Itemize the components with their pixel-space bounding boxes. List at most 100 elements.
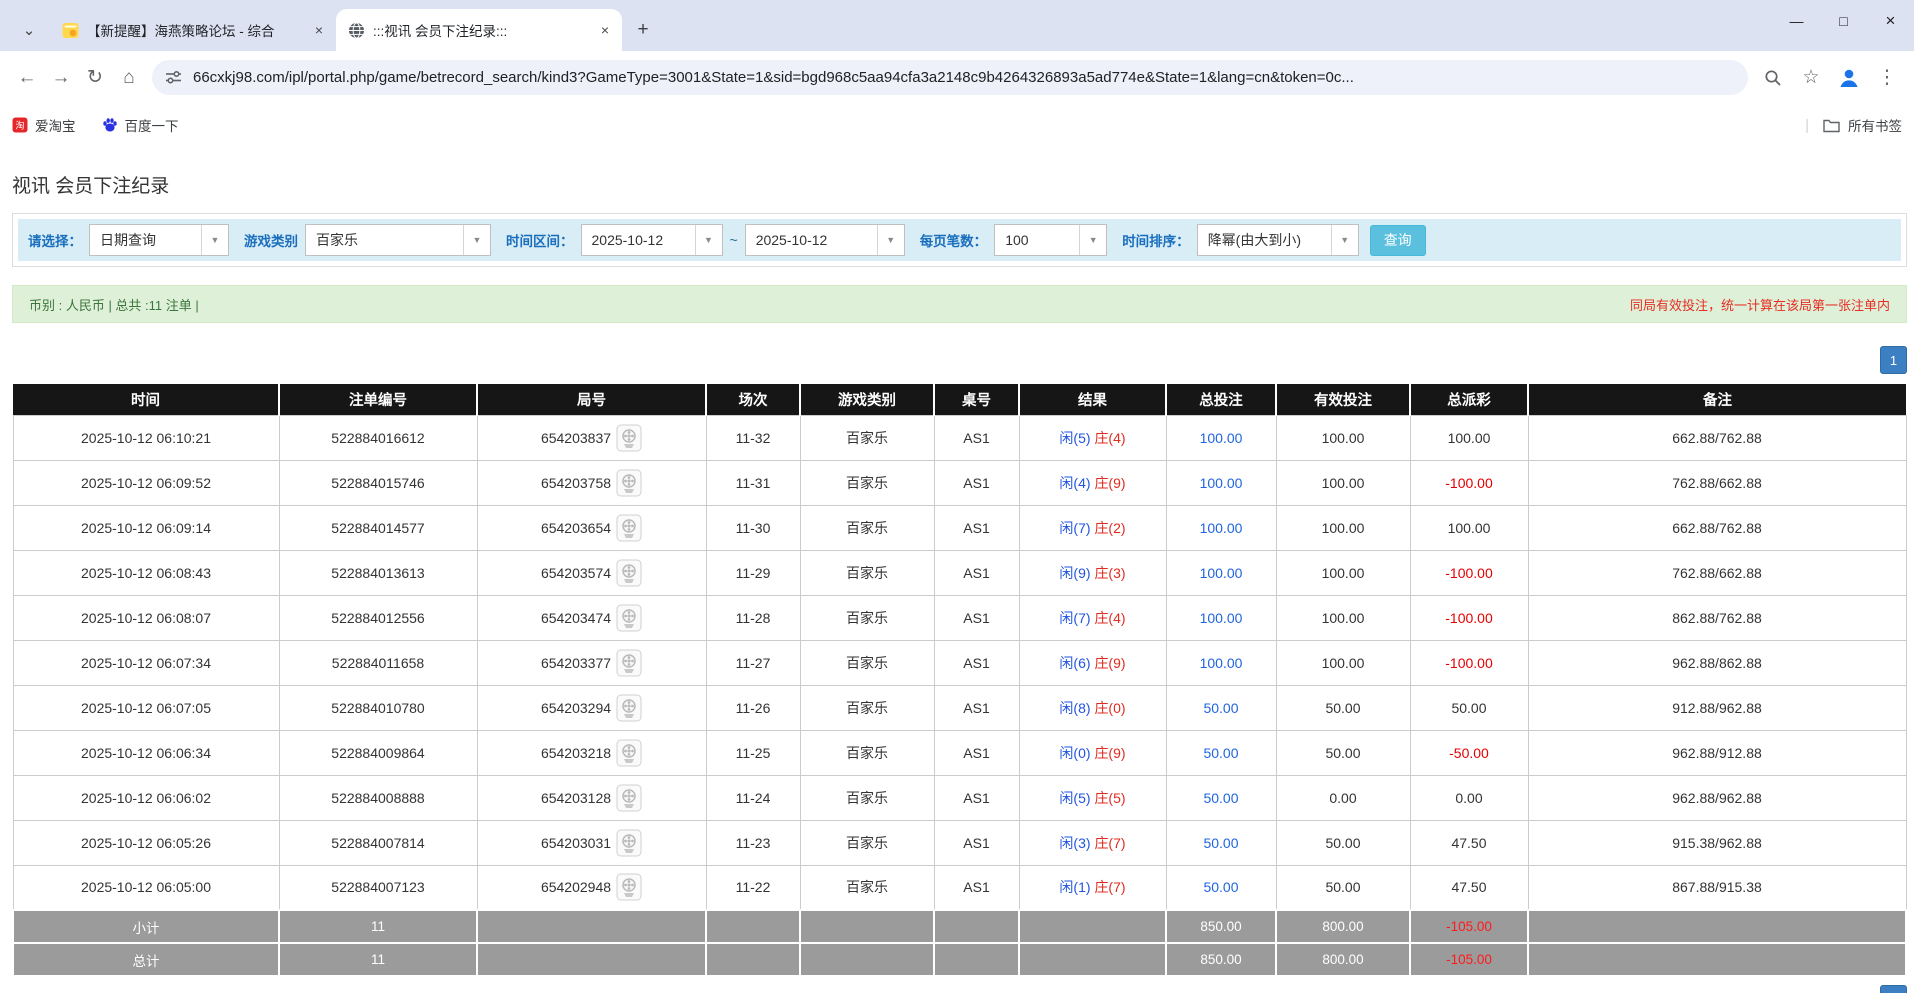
bookmark-star-icon[interactable]: ☆: [1794, 61, 1828, 95]
video-replay-icon[interactable]: [616, 829, 642, 857]
bookmark-baidu[interactable]: 百度一下: [102, 115, 179, 135]
table-header-row: 时间注单编号局号场次游戏类别桌号结果总投注有效投注总派彩备注: [13, 384, 1906, 415]
bet-time: 2025-10-12 06:06:02: [13, 775, 279, 820]
result-banker: 庄(0): [1094, 700, 1125, 716]
result-cell: 闲(3) 庄(7): [1019, 820, 1166, 865]
tab-list-chevron-icon[interactable]: ⌄: [12, 10, 46, 50]
page-number-button[interactable]: 1: [1880, 346, 1907, 374]
column-header-8: 总投注: [1166, 384, 1276, 415]
column-header-6: 桌号: [934, 384, 1019, 415]
total-bet-link[interactable]: 50.00: [1203, 790, 1238, 806]
zoom-magnifier-icon[interactable]: [1756, 61, 1790, 95]
window-close-button[interactable]: ×: [1867, 0, 1914, 42]
video-replay-icon[interactable]: [616, 424, 642, 452]
bet-id: 522884007123: [279, 865, 477, 910]
date-range-tilde: ~: [730, 232, 738, 248]
total-bet-link[interactable]: 50.00: [1203, 835, 1238, 851]
profile-avatar-icon[interactable]: [1832, 61, 1866, 95]
window-controls: — □ ×: [1773, 0, 1914, 42]
table-row: 2025-10-12 06:05:00522884007123654202948…: [13, 865, 1906, 910]
payout: 47.50: [1410, 865, 1528, 910]
page-number-button[interactable]: 1: [1880, 985, 1907, 993]
new-tab-button[interactable]: +: [628, 15, 658, 45]
video-replay-icon[interactable]: [616, 469, 642, 497]
tab-title: 【新提醒】海燕策略论坛 - 综合: [87, 20, 302, 40]
chevron-down-icon: ▼: [1331, 225, 1358, 255]
video-replay-icon[interactable]: [616, 694, 642, 722]
total-bet-link[interactable]: 100.00: [1200, 430, 1243, 446]
summary-cell: [1019, 943, 1166, 976]
bet-time: 2025-10-12 06:08:43: [13, 550, 279, 595]
address-bar[interactable]: 66cxkj98.com/ipl/portal.php/game/betreco…: [152, 60, 1748, 95]
total-bet-link[interactable]: 100.00: [1200, 475, 1243, 491]
total-bet-link[interactable]: 50.00: [1203, 700, 1238, 716]
all-bookmarks[interactable]: | 所有书签: [1805, 115, 1902, 135]
tab-forum[interactable]: 【新提醒】海燕策略论坛 - 综合 ×: [50, 9, 336, 51]
session: 11-27: [706, 640, 800, 685]
table-no: AS1: [934, 460, 1019, 505]
summary-cell: 11: [279, 910, 477, 943]
browser-menu-icon[interactable]: ⋮: [1870, 61, 1904, 95]
total-bet-cell: 100.00: [1166, 640, 1276, 685]
payout: 100.00: [1410, 505, 1528, 550]
total-bet-cell: 100.00: [1166, 460, 1276, 505]
site-settings-tune-icon[interactable]: [164, 68, 183, 87]
tab-close-icon[interactable]: ×: [310, 21, 328, 39]
total-bet-link[interactable]: 100.00: [1200, 610, 1243, 626]
payout: -100.00: [1410, 640, 1528, 685]
chevron-down-icon: ▼: [877, 225, 904, 255]
sort-select[interactable]: 降幂(由大到小) ▼: [1197, 224, 1359, 256]
forum-yellow-favicon-icon: [62, 22, 79, 39]
video-replay-icon[interactable]: [616, 604, 642, 632]
query-type-select[interactable]: 日期查询 ▼: [89, 224, 229, 256]
bet-time: 2025-10-12 06:09:14: [13, 505, 279, 550]
summary-cell: [477, 910, 706, 943]
filter-bar: 请选择： 日期查询 ▼ 游戏类别 百家乐 ▼ 时间区间： 2025-10-12 …: [18, 219, 1901, 261]
query-type-value: 日期查询: [90, 230, 201, 250]
back-icon[interactable]: ←: [10, 61, 44, 95]
sort-label: 时间排序：: [1122, 230, 1190, 250]
total-bet-link[interactable]: 100.00: [1200, 565, 1243, 581]
valid-bet: 50.00: [1276, 685, 1410, 730]
url-text[interactable]: 66cxkj98.com/ipl/portal.php/game/betreco…: [193, 69, 1736, 86]
date-from-select[interactable]: 2025-10-12 ▼: [581, 224, 723, 256]
video-replay-icon[interactable]: [616, 784, 642, 812]
page-size-select[interactable]: 100 ▼: [994, 224, 1107, 256]
total-bet-link[interactable]: 50.00: [1203, 879, 1238, 895]
bet-id: 522884014577: [279, 505, 477, 550]
video-replay-icon[interactable]: [616, 873, 642, 901]
video-replay-icon[interactable]: [616, 739, 642, 767]
reload-icon[interactable]: ↻: [78, 61, 112, 95]
total-bet-link[interactable]: 50.00: [1203, 745, 1238, 761]
bookmark-aitaobao[interactable]: 淘 爱淘宝: [12, 115, 76, 135]
date-to-select[interactable]: 2025-10-12 ▼: [745, 224, 905, 256]
video-replay-icon[interactable]: [616, 649, 642, 677]
game-type-select[interactable]: 百家乐 ▼: [305, 224, 491, 256]
session: 11-25: [706, 730, 800, 775]
search-button[interactable]: 查询: [1370, 225, 1426, 256]
column-header-7: 结果: [1019, 384, 1166, 415]
page-size-value: 100: [995, 232, 1079, 248]
window-minimize-button[interactable]: —: [1773, 0, 1820, 42]
home-icon[interactable]: ⌂: [112, 61, 146, 95]
round-id: 654203758: [541, 475, 611, 491]
select-type-label: 请选择：: [28, 230, 82, 250]
note: 867.88/915.38: [1528, 865, 1906, 910]
table-row: 2025-10-12 06:09:52522884015746654203758…: [13, 460, 1906, 505]
summary-cell: [800, 943, 934, 976]
result-cell: 闲(4) 庄(9): [1019, 460, 1166, 505]
note: 962.88/962.88: [1528, 775, 1906, 820]
session: 11-30: [706, 505, 800, 550]
total-bet-link[interactable]: 100.00: [1200, 520, 1243, 536]
video-replay-icon[interactable]: [616, 559, 642, 587]
forward-icon[interactable]: →: [44, 61, 78, 95]
page-content: 视讯 会员下注纪录 请选择： 日期查询 ▼ 游戏类别 百家乐 ▼ 时间区间： 2…: [0, 171, 1914, 993]
video-replay-icon[interactable]: [616, 514, 642, 542]
window-maximize-button[interactable]: □: [1820, 0, 1867, 42]
round-id: 654203031: [541, 835, 611, 851]
tab-close-icon[interactable]: ×: [596, 21, 614, 39]
result-cell: 闲(6) 庄(9): [1019, 640, 1166, 685]
tab-bet-record[interactable]: :::视讯 会员下注纪录::: ×: [336, 9, 622, 51]
total-bet-link[interactable]: 100.00: [1200, 655, 1243, 671]
round-cell: 654202948: [477, 865, 706, 910]
